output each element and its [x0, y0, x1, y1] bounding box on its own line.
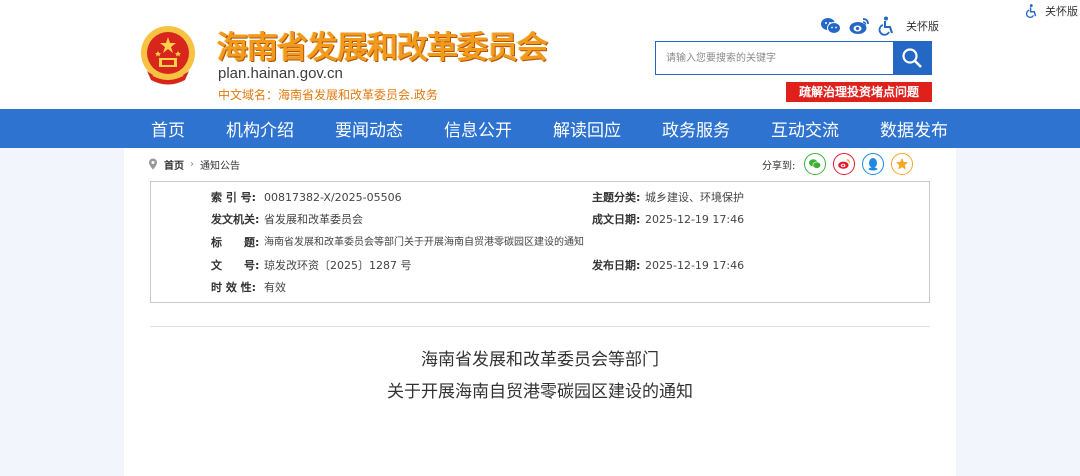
created-date-value: 2025-12-19 17:46 [645, 213, 745, 226]
document-metadata-box: 索 引 号: 00817382-X/2025-05506 主题分类: 城乡建设、… [150, 181, 930, 303]
created-date-label: 成文日期: [592, 213, 641, 226]
site-header: 海南省发展和改革委员会 plan.hainan.gov.cn 中文域名：海南省发… [0, 0, 1080, 109]
share-wechat-icon[interactable] [804, 153, 827, 175]
nav-item-disclosure[interactable]: 信息公开 [444, 116, 512, 141]
issuer-value: 省发展和改革委员会 [264, 213, 363, 226]
published-date-value: 2025-12-19 17:46 [645, 259, 745, 272]
validity-value: 有效 [264, 281, 286, 294]
accessibility-icon [1025, 4, 1037, 19]
share-weibo-icon[interactable] [833, 153, 856, 175]
site-title[interactable]: 海南省发展和改革委员会 [217, 22, 548, 67]
accessibility-icon[interactable] [876, 16, 898, 36]
validity-label: 时 效 性: [211, 281, 257, 294]
published-date-label: 发布日期: [592, 259, 641, 272]
search-button[interactable] [893, 42, 931, 74]
meta-row-title: 标 题: 海南省发展和改革委员会等部门关于开展海南自贸港零碳园区建设的通知 [151, 234, 929, 252]
care-mode-corner-label: 关怀版 [1045, 5, 1078, 18]
nav-item-interpretation[interactable]: 解读回应 [553, 116, 621, 141]
site-domain: plan.hainan.gov.cn [218, 65, 343, 82]
promo-badge-link[interactable]: 疏解治理投资堵点问题 [786, 82, 932, 102]
share-favorite-icon[interactable] [891, 153, 914, 175]
care-mode-link[interactable]: 关怀版 [906, 18, 939, 34]
chinese-domain: 中文域名：海南省发展和改革委员会.政务 [218, 88, 438, 102]
meta-row-issuer: 发文机关: 省发展和改革委员会 成文日期: 2025-12-19 17:46 [151, 211, 929, 229]
topic-label: 主题分类: [592, 191, 641, 204]
breadcrumb-home-link[interactable]: 首页 [164, 157, 184, 172]
search-box [655, 41, 932, 75]
index-value: 00817382-X/2025-05506 [264, 191, 402, 204]
document-title-line2: 关于开展海南自贸港零碳园区建设的通知 [387, 382, 693, 402]
share-qq-icon[interactable] [862, 153, 885, 175]
chevron-right-icon: › [190, 158, 194, 170]
national-emblem-icon [141, 26, 195, 85]
top-icon-bar: 关怀版 [820, 16, 939, 36]
issuer-label: 发文机关: [211, 213, 260, 226]
document-number-value: 琼发改环资〔2025〕1287 号 [264, 259, 412, 272]
search-input[interactable] [656, 42, 893, 74]
weibo-icon[interactable] [848, 16, 870, 36]
share-label: 分享到: [762, 160, 796, 172]
content-divider [150, 326, 930, 327]
breadcrumb: 首页 › 通知公告 [148, 156, 240, 172]
wechat-icon[interactable] [820, 16, 842, 36]
meta-row-index: 索 引 号: 00817382-X/2025-05506 主题分类: 城乡建设、… [151, 189, 929, 207]
meta-row-validity: 时 效 性: 有效 [151, 279, 929, 297]
nav-item-news[interactable]: 要闻动态 [335, 116, 403, 141]
nav-item-interaction[interactable]: 互动交流 [771, 116, 839, 141]
index-label: 索 引 号: [211, 191, 257, 204]
topic-value: 城乡建设、环境保护 [645, 191, 744, 204]
nav-item-about[interactable]: 机构介绍 [226, 116, 294, 141]
document-title-line1: 海南省发展和改革委员会等部门 [421, 350, 659, 370]
meta-row-docno: 文 号: 琼发改环资〔2025〕1287 号 发布日期: 2025-12-19 … [151, 257, 929, 275]
nav-item-data[interactable]: 数据发布 [880, 116, 948, 141]
care-mode-corner[interactable]: 关怀版 [1024, 3, 1078, 19]
document-number-label: 文 号: [211, 259, 260, 272]
nav-item-services[interactable]: 政务服务 [662, 116, 730, 141]
nav-item-home[interactable]: 首页 [151, 116, 185, 141]
location-pin-icon [149, 158, 157, 170]
main-navbar: 首页 机构介绍 要闻动态 信息公开 解读回应 政务服务 互动交流 数据发布 [0, 109, 1080, 148]
breadcrumb-current-link[interactable]: 通知公告 [200, 157, 240, 172]
title-label: 标 题: [211, 236, 260, 249]
share-bar: 分享到: [762, 152, 914, 176]
title-value: 海南省发展和改革委员会等部门关于开展海南自贸港零碳园区建设的通知 [264, 237, 584, 248]
search-icon [902, 48, 922, 68]
